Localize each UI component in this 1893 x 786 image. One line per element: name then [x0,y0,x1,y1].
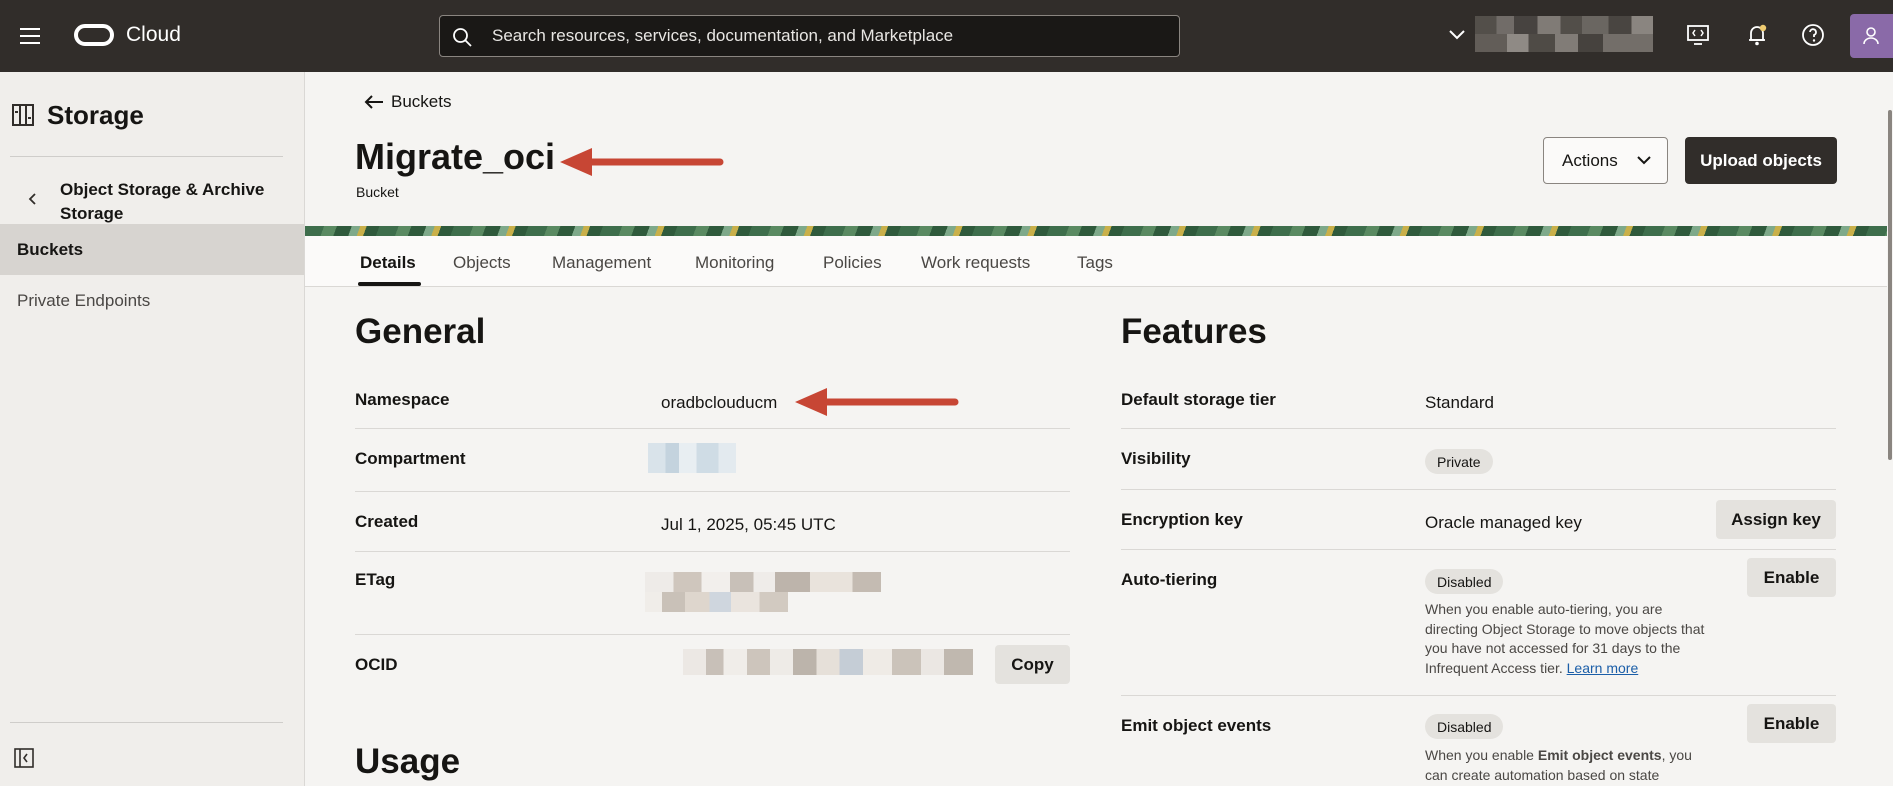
emit-events-status-badge: Disabled [1425,714,1504,739]
redacted-ocid [683,649,973,675]
storage-icon [12,104,34,126]
upload-objects-button[interactable]: Upload objects [1685,137,1837,184]
visibility-label: Visibility [1121,449,1191,468]
encryption-label: Encryption key [1121,510,1243,529]
emit-events-enable-button[interactable]: Enable [1747,704,1836,743]
decorative-banner [305,226,1887,236]
compartment-label: Compartment [355,449,466,468]
tab-policies[interactable]: Policies [823,253,882,273]
divider [10,156,283,157]
sidebar: Storage Object Storage & Archive Storage… [0,72,305,786]
search-box[interactable] [439,15,1180,57]
storage-tier-row: Default storage tier Standard [1121,380,1836,429]
user-avatar[interactable] [1850,14,1893,58]
tab-monitoring[interactable]: Monitoring [695,253,774,273]
developer-tools-icon[interactable] [1685,22,1711,48]
compartment-row: Compartment [355,429,1070,492]
chevron-down-icon [1637,156,1651,165]
learn-more-link[interactable]: Learn more [1567,660,1639,676]
page-subtitle: Bucket [356,184,399,200]
auto-tiering-label: Auto-tiering [1121,570,1218,589]
created-value: Jul 1, 2025, 05:45 UTC [661,515,836,534]
tab-management[interactable]: Management [552,253,651,273]
menu-icon[interactable] [20,28,40,44]
emit-events-row: Emit object events Disabled Enable When … [1121,696,1836,786]
created-row: Created Jul 1, 2025, 05:45 UTC [355,492,1070,552]
auto-tiering-enable-button[interactable]: Enable [1747,558,1836,597]
redacted-region-selector[interactable] [1475,16,1653,52]
top-bar: Cloud [0,0,1893,72]
features-heading: Features [1121,312,1267,351]
etag-row: ETag [355,552,1070,635]
chevron-left-icon[interactable] [26,192,40,206]
search-icon [453,28,472,47]
namespace-row: Namespace oradbclouducm [355,380,1070,429]
visibility-badge: Private [1425,449,1493,474]
assign-key-button[interactable]: Assign key [1716,500,1836,539]
oracle-logo-icon[interactable] [74,24,114,46]
namespace-value: oradbclouducm [661,393,778,412]
arrow-left-icon [364,95,383,109]
redacted-etag [645,592,788,612]
back-link-label: Buckets [391,92,452,111]
ocid-label: OCID [355,655,398,674]
search-input[interactable] [492,16,1172,56]
sidebar-heading: Storage [47,100,144,130]
notification-bell-icon[interactable] [1744,22,1770,48]
auto-tiering-row: Auto-tiering Disabled Enable When you en… [1121,550,1836,696]
chevron-down-icon[interactable] [1448,28,1466,42]
collapse-sidebar-icon[interactable] [14,748,34,768]
active-tab-indicator [358,282,421,286]
tab-details[interactable]: Details [360,253,416,273]
scrollbar-thumb[interactable] [1888,110,1892,460]
tab-objects[interactable]: Objects [453,253,511,273]
general-heading: General [355,312,486,351]
annotation-arrow [560,148,724,176]
divider [10,722,283,723]
page-title: Migrate_oci [355,136,556,177]
emit-events-desc-bold: Emit object events [1537,747,1662,763]
auto-tiering-description: When you enable auto-tiering, you are di… [1425,600,1715,678]
etag-label: ETag [355,570,396,589]
redacted-compartment-link[interactable] [648,443,736,473]
tab-work-requests[interactable]: Work requests [921,253,1030,273]
copy-ocid-button[interactable]: Copy [995,645,1070,684]
namespace-label: Namespace [355,390,450,409]
back-to-buckets-link[interactable]: Buckets [364,92,451,112]
visibility-row: Visibility Private [1121,429,1836,490]
tab-tags[interactable]: Tags [1077,253,1113,273]
auto-tiering-status-badge: Disabled [1425,569,1504,594]
help-icon[interactable] [1800,22,1826,48]
sidebar-item-buckets[interactable]: Buckets [0,224,304,275]
encryption-value: Oracle managed key [1425,513,1582,532]
redacted-etag [645,572,881,592]
annotation-arrow [795,388,959,416]
emit-events-desc-prefix: When you enable [1425,747,1538,763]
usage-heading: Usage [355,742,461,781]
auto-tiering-desc-text: When you enable auto-tiering, you are di… [1425,601,1705,676]
brand-label[interactable]: Cloud [126,23,181,47]
ocid-row: OCID Copy [355,635,1070,693]
actions-button[interactable]: Actions [1543,137,1668,184]
emit-events-label: Emit object events [1121,716,1272,735]
emit-events-description: When you enable Emit object events, you … [1425,746,1715,785]
actions-label: Actions [1562,150,1618,170]
tab-bar: Details Objects Management Monitoring Po… [305,236,1887,287]
encryption-row: Encryption key Oracle managed key Assign… [1121,490,1836,550]
sidebar-item-private-endpoints[interactable]: Private Endpoints [0,275,304,326]
storage-tier-value: Standard [1425,393,1494,412]
user-icon [1863,27,1879,45]
storage-tier-label: Default storage tier [1121,390,1276,409]
created-label: Created [355,512,419,531]
sidebar-parent-link[interactable]: Object Storage & Archive Storage [60,178,290,226]
